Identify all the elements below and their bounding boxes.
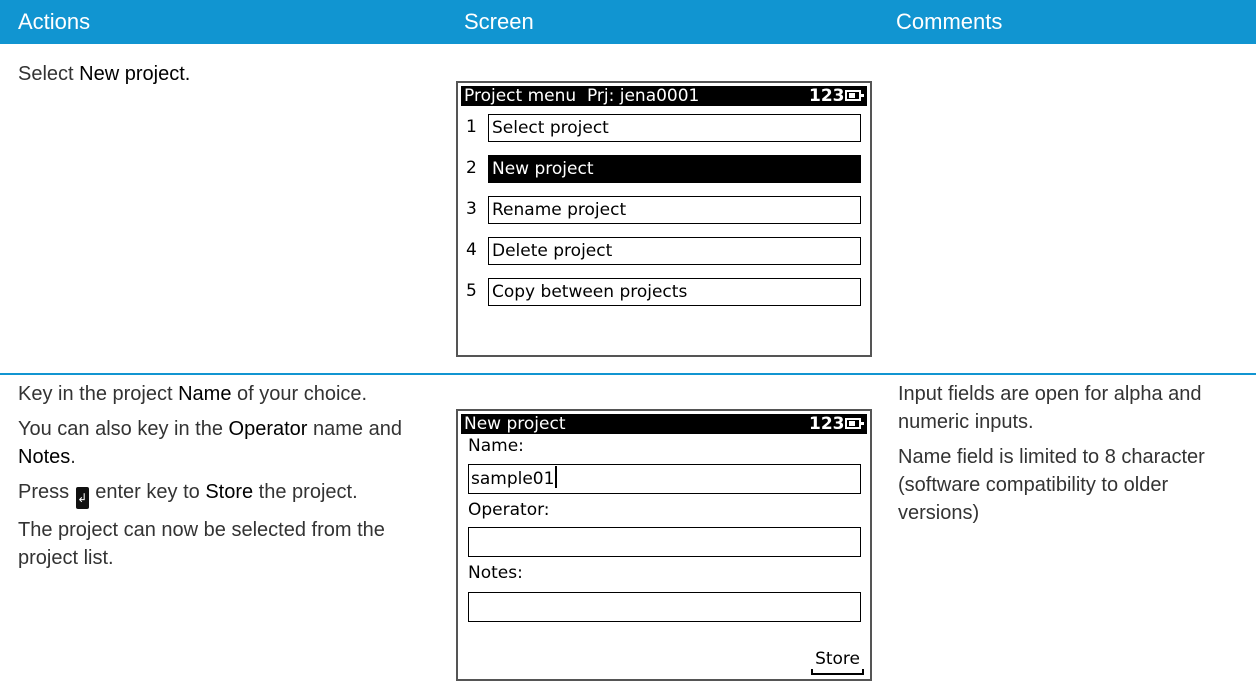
input-mode-indicator: 123 [809, 86, 845, 106]
screen-title-bar: Project menu Prj: jena0001 123 [461, 86, 867, 106]
notes-field[interactable] [468, 592, 861, 622]
row1-action: Select New project. [18, 63, 191, 85]
header-comments: Comments [896, 9, 1003, 34]
table-header: Actions Screen Comments [0, 0, 1256, 44]
action-paragraph: Key in the project Name of your choice. [18, 383, 368, 405]
input-mode-indicator: 123 [809, 414, 845, 434]
name-label: Name: [468, 436, 524, 456]
project-menu-screen: Project menu Prj: jena0001 123 1 Select … [456, 81, 872, 357]
softkey-bracket-icon [811, 669, 864, 675]
name-field[interactable]: sample01 [468, 464, 861, 494]
screen-title-bar: New project 123 [461, 414, 867, 434]
comment-paragraph: Name field is limited to 8 character (so… [898, 446, 1205, 524]
text-cursor [555, 466, 558, 488]
menu-item-label: Rename project [492, 200, 627, 220]
row2-actions: Key in the project Name of your choice. … [18, 380, 418, 579]
store-label: Store [815, 649, 860, 669]
comment-paragraph: Input fields are open for alpha and nume… [898, 383, 1202, 433]
operator-field[interactable] [468, 527, 861, 557]
header-screen: Screen [464, 9, 534, 34]
action-paragraph: The project can now be selected from the… [18, 519, 385, 569]
new-project-screen: New project 123 Name: sample01 Operator:… [456, 409, 872, 681]
row2-comments: Input fields are open for alpha and nume… [898, 380, 1248, 534]
battery-icon [845, 90, 864, 101]
action-paragraph: You can also key in the Operator name an… [18, 418, 402, 468]
store-softkey[interactable]: Store [811, 649, 864, 675]
menu-item-label: New project [492, 159, 594, 179]
action-paragraph: Press ↲ enter key to Store the project. [18, 478, 418, 509]
name-value: sample01 [471, 469, 555, 489]
screen-title: Project menu Prj: jena0001 [464, 86, 700, 106]
screen-title: New project [464, 414, 566, 434]
menu-item-label: Delete project [492, 241, 613, 261]
notes-label: Notes: [468, 563, 523, 583]
enter-key-icon: ↲ [75, 487, 89, 509]
row-separator [0, 373, 1256, 375]
menu-item-label: Copy between projects [492, 282, 688, 302]
header-actions: Actions [18, 9, 91, 34]
battery-icon [845, 418, 864, 429]
new-project-term: New project. [79, 63, 191, 85]
menu-item-label: Select project [492, 118, 609, 138]
operator-label: Operator: [468, 500, 550, 520]
